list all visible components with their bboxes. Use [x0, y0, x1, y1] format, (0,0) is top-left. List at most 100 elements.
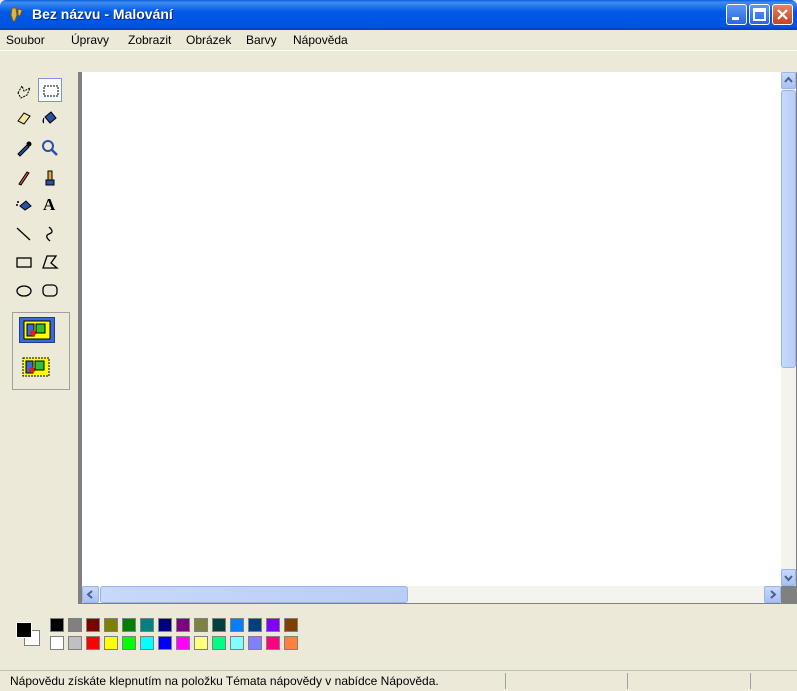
color-swatch[interactable] [230, 618, 244, 632]
color-swatch[interactable] [266, 618, 280, 632]
color-swatch[interactable] [140, 618, 154, 632]
foreground-color [16, 622, 32, 638]
line-icon [16, 227, 31, 241]
drawing-canvas[interactable] [82, 72, 781, 586]
eraser-icon [17, 112, 31, 125]
chevron-right-icon [770, 590, 777, 599]
color-swatch[interactable] [194, 636, 208, 650]
color-swatch[interactable] [122, 636, 136, 650]
color-swatch[interactable] [104, 618, 118, 632]
minimize-button[interactable] [726, 4, 747, 25]
minimize-icon [732, 17, 739, 20]
curve-icon [46, 226, 53, 242]
close-button[interactable] [772, 4, 793, 25]
line-tool[interactable] [12, 222, 36, 246]
airbrush-icon [16, 200, 32, 211]
color-swatch[interactable] [284, 636, 298, 650]
vertical-scroll-thumb[interactable] [781, 90, 796, 368]
chevron-up-icon [784, 76, 793, 83]
paint-icon [10, 7, 23, 22]
maximize-icon [753, 8, 766, 21]
color-swatch[interactable] [50, 636, 64, 650]
color-swatch[interactable] [104, 636, 118, 650]
status-text: Nápovědu získáte klepnutím na položku Té… [10, 674, 439, 688]
color-swatch[interactable] [266, 636, 280, 650]
opaque-selection-icon [23, 320, 51, 340]
pencil-icon [18, 171, 30, 186]
brush-tool[interactable] [38, 166, 62, 190]
color-swatch[interactable] [176, 636, 190, 650]
menu-upravy[interactable]: Úpravy [71, 33, 109, 47]
color-swatch[interactable] [194, 618, 208, 632]
fill-bucket-icon [42, 111, 57, 124]
rect-select-tool[interactable] [38, 78, 62, 102]
rectangle-icon [16, 257, 32, 268]
rounded-rectangle-icon [42, 284, 58, 297]
status-bar: Nápovědu získáte klepnutím na položku Té… [0, 670, 797, 691]
color-swatch[interactable] [248, 618, 262, 632]
menu-napoveda[interactable]: Nápověda [293, 33, 348, 47]
menu-obrazek[interactable]: Obrázek [186, 33, 231, 47]
status-divider [505, 673, 506, 689]
color-swatch[interactable] [158, 618, 172, 632]
color-swatch[interactable] [248, 636, 262, 650]
curve-tool[interactable] [38, 222, 62, 246]
color-swatch[interactable] [68, 618, 82, 632]
transparent-selection-option[interactable] [19, 355, 55, 381]
horizontal-scrollbar[interactable] [82, 586, 781, 603]
close-icon [777, 9, 788, 20]
opaque-selection-option[interactable] [19, 317, 55, 343]
vertical-scrollbar[interactable] [781, 72, 796, 586]
color-swatch[interactable] [212, 618, 226, 632]
color-swatch[interactable] [86, 636, 100, 650]
rounded-rectangle-tool[interactable] [38, 278, 62, 302]
color-swatch[interactable] [176, 618, 190, 632]
eraser-tool[interactable] [12, 106, 36, 130]
menu-barvy[interactable]: Barvy [246, 33, 277, 47]
color-swatch[interactable] [122, 618, 136, 632]
scroll-right-button[interactable] [764, 586, 781, 603]
fill-tool[interactable] [38, 106, 62, 130]
scroll-down-button[interactable] [781, 569, 796, 586]
menu-bar: Soubor Úpravy Zobrazit Obrázek Barvy Náp… [0, 30, 797, 51]
color-swatch[interactable] [50, 618, 64, 632]
polygon-icon [42, 255, 59, 269]
scroll-left-button[interactable] [82, 586, 99, 603]
status-divider [627, 673, 628, 689]
menu-zobrazit[interactable]: Zobrazit [128, 33, 171, 47]
window-title: Bez názvu - Malování [32, 6, 173, 22]
magnifier-tool[interactable] [38, 136, 62, 160]
color-swatch[interactable] [284, 618, 298, 632]
pencil-tool[interactable] [12, 166, 36, 190]
menu-soubor[interactable]: Soubor [6, 33, 45, 47]
eyedropper-icon [17, 141, 32, 157]
pick-color-tool[interactable] [12, 136, 36, 160]
rectangle-tool[interactable] [12, 250, 36, 274]
scroll-up-button[interactable] [781, 72, 796, 89]
title-bar[interactable]: Bez názvu - Malování [0, 0, 797, 30]
airbrush-tool[interactable] [12, 194, 36, 218]
color-swatch[interactable] [230, 636, 244, 650]
status-divider [750, 673, 751, 689]
chevron-left-icon [86, 590, 93, 599]
color-swatch[interactable] [140, 636, 154, 650]
chevron-down-icon [784, 575, 793, 582]
color-swatch[interactable] [86, 618, 100, 632]
text-tool[interactable]: A [38, 194, 62, 218]
rect-select-icon [43, 85, 59, 97]
polygon-tool[interactable] [38, 250, 62, 274]
current-colors[interactable] [14, 620, 44, 650]
color-swatch[interactable] [158, 636, 172, 650]
color-palette [0, 608, 797, 668]
color-swatch[interactable] [212, 636, 226, 650]
horizontal-scroll-thumb[interactable] [100, 586, 408, 603]
paint-window: Bez názvu - Malování Soubor Úpravy Zobra… [0, 0, 797, 691]
free-select-icon [17, 84, 31, 99]
color-swatch[interactable] [68, 636, 82, 650]
free-select-tool[interactable] [12, 80, 36, 104]
magnifier-icon [42, 140, 58, 156]
tool-options [12, 312, 70, 390]
maximize-button[interactable] [749, 4, 770, 25]
ellipse-tool[interactable] [12, 278, 36, 302]
text-icon: A [43, 195, 56, 214]
